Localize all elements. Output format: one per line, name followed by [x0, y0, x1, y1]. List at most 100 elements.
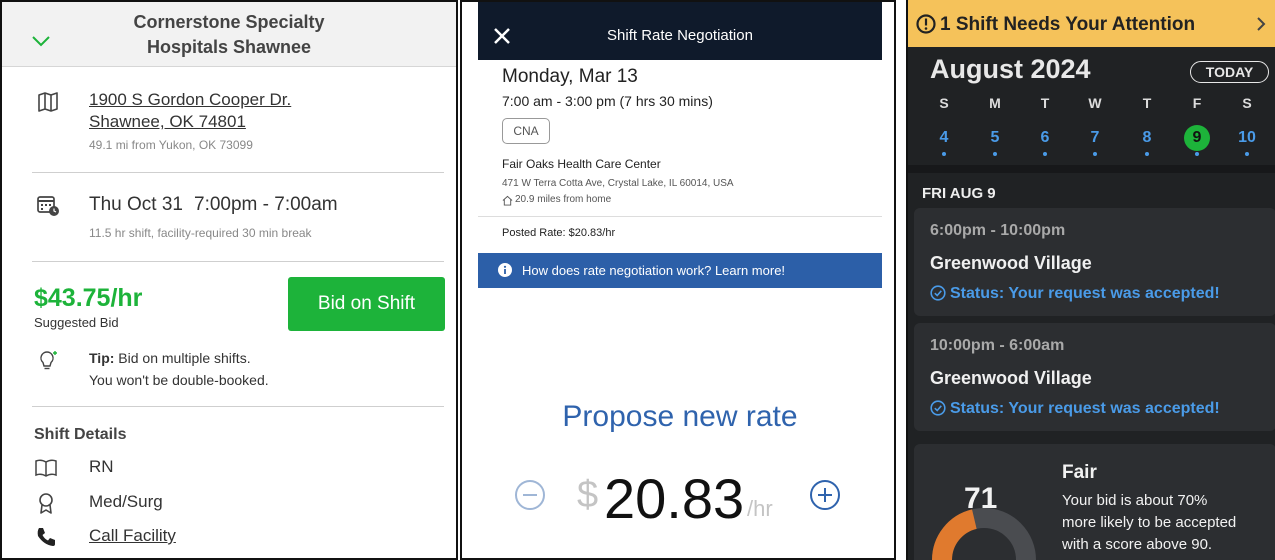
facility-name: Greenwood Village	[930, 368, 1092, 388]
lightbulb-icon	[40, 351, 57, 370]
shift-card[interactable]: 6:00pm - 10:00pm Greenwood Village Statu…	[914, 208, 1275, 316]
weekday-label: F	[1192, 95, 1202, 111]
calendar-clock-icon	[37, 196, 59, 216]
decrease-rate-button[interactable]	[514, 479, 546, 511]
suggested-bid-label: Suggested Bid	[34, 315, 119, 330]
check-circle-icon	[930, 285, 946, 301]
weekday-label: S	[1242, 95, 1252, 111]
divider	[32, 406, 444, 407]
currency-symbol: $	[577, 474, 599, 516]
calendar-day[interactable]: 7	[1080, 125, 1110, 151]
divider	[32, 172, 444, 173]
address-link-line1[interactable]: 1900 S Gordon Cooper Dr.	[89, 90, 291, 110]
divider	[908, 165, 1275, 173]
facility-name: Greenwood Village	[930, 253, 1092, 273]
book-icon	[35, 459, 57, 477]
score-description-line1: Your bid is about 70%	[1062, 492, 1208, 509]
calendar-day[interactable]: 8	[1132, 125, 1162, 151]
attention-banner[interactable]: 1 Shift Needs Your Attention	[908, 0, 1275, 47]
increase-rate-button[interactable]	[809, 479, 841, 511]
shift-dot	[1145, 152, 1149, 156]
rate-unit: /hr	[747, 496, 773, 521]
tip-label: Tip:	[89, 350, 115, 366]
tip-text: Bid on multiple shifts.	[114, 350, 251, 366]
status-label: Status: Your request was accepted!	[950, 285, 1220, 302]
call-facility-link[interactable]: Call Facility	[89, 526, 176, 546]
top-bar: Shift Rate Negotiation	[478, 2, 882, 60]
home-icon	[502, 195, 513, 206]
address-link-line2[interactable]: Shawnee, OK 74801	[89, 112, 246, 132]
calendar-day-selected[interactable]: 9	[1184, 125, 1210, 151]
score-description-line3: with a score above 90.	[1062, 536, 1213, 553]
rate-negotiation-panel: Shift Rate Negotiation Monday, Mar 13 7:…	[460, 0, 896, 560]
calendar-day[interactable]: 6	[1030, 125, 1060, 151]
calendar-day[interactable]: 4	[929, 125, 959, 151]
facility-name-line2: Hospitals Shawnee	[146, 37, 312, 57]
shift-details-heading: Shift Details	[34, 426, 127, 443]
bid-on-shift-button[interactable]: Bid on Shift	[288, 277, 445, 331]
weekday-label: W	[1088, 95, 1102, 111]
specialty: Med/Surg	[89, 492, 163, 511]
shift-card[interactable]: 10:00pm - 6:00am Greenwood Village Statu…	[914, 323, 1275, 431]
date-header: FRI AUG 9	[922, 185, 996, 202]
facility-address: 471 W Terra Cotta Ave, Crystal Lake, IL …	[502, 178, 734, 189]
page-title: Shift Rate Negotiation	[607, 27, 753, 44]
ribbon-icon	[39, 493, 53, 514]
score-label: Fair	[1062, 462, 1097, 483]
status-text: Status: Your request was accepted!	[930, 400, 1220, 418]
shift-time: 10:00pm - 6:00am	[930, 337, 1065, 354]
facility-name-line1: Cornerstone Specialty	[133, 12, 325, 32]
learn-more-text: How does rate negotiation work? Learn mo…	[522, 263, 786, 278]
weekday-label: S	[939, 95, 949, 111]
info-icon	[498, 263, 512, 277]
shift-dot	[993, 152, 997, 156]
distance-text: 49.1 mi from Yukon, OK 73099	[89, 138, 253, 152]
month-title: August 2024	[930, 54, 1091, 84]
status-text: Status: Your request was accepted!	[930, 285, 1220, 303]
today-button[interactable]: TODAY	[1190, 61, 1269, 83]
posted-rate: Posted Rate: $20.83/hr	[502, 227, 616, 239]
role: RN	[89, 457, 114, 476]
schedule-panel: 1 Shift Needs Your Attention August 2024…	[906, 0, 1275, 560]
shift-dot	[1043, 152, 1047, 156]
alert-icon	[916, 14, 936, 34]
check-circle-icon	[930, 400, 946, 416]
gauge-fill	[932, 509, 978, 560]
tip-line1: Tip: Bid on multiple shifts.	[89, 350, 251, 366]
rate-value: 20.83	[604, 467, 745, 530]
calendar-day[interactable]: 5	[980, 125, 1010, 151]
shift-date: Thu Oct 31	[89, 194, 183, 215]
weekday-label: T	[1040, 95, 1050, 111]
shift-time: 6:00pm - 10:00pm	[930, 222, 1066, 239]
score-value: 71	[964, 482, 998, 515]
facility-name: Fair Oaks Health Care Center	[502, 157, 661, 171]
weekday-label: M	[989, 95, 1001, 111]
attention-text: 1 Shift Needs Your Attention	[940, 14, 1196, 35]
shift-detail-panel: Cornerstone Specialty Hospitals Shawnee …	[0, 0, 458, 560]
shift-time: 7:00 am - 3:00 pm (7 hrs 30 mins)	[502, 93, 713, 109]
weekday-label: T	[1142, 95, 1152, 111]
shift-note: 11.5 hr shift, facility-required 30 min …	[89, 226, 312, 240]
role-badge: CNA	[502, 118, 550, 144]
suggested-rate: $43.75/hr	[34, 284, 143, 312]
map-icon	[38, 92, 58, 112]
status-label: Status: Your request was accepted!	[950, 400, 1220, 417]
divider	[478, 216, 882, 217]
divider	[32, 261, 444, 262]
shift-dot	[1195, 152, 1199, 156]
calendar-day[interactable]: 10	[1232, 125, 1262, 151]
propose-rate-heading: Propose new rate	[562, 400, 798, 433]
bid-score-card: 71 Fair Your bid is about 70% more likel…	[914, 444, 1275, 560]
chevron-right-icon	[1257, 17, 1266, 31]
shift-dot	[1245, 152, 1249, 156]
rate-display[interactable]: $ 20.83 /hr	[577, 466, 807, 536]
score-description-line2: more likely to be accepted	[1062, 514, 1237, 531]
tip-line2: You won't be double-booked.	[89, 372, 269, 388]
shift-dot	[1093, 152, 1097, 156]
shift-dot	[942, 152, 946, 156]
learn-more-banner[interactable]: How does rate negotiation work? Learn mo…	[478, 253, 882, 288]
shift-date: Monday, Mar 13	[502, 66, 638, 87]
phone-icon	[37, 528, 55, 546]
facility-header[interactable]: Cornerstone Specialty Hospitals Shawnee	[2, 2, 456, 67]
distance-text: 20.9 miles from home	[515, 194, 612, 205]
